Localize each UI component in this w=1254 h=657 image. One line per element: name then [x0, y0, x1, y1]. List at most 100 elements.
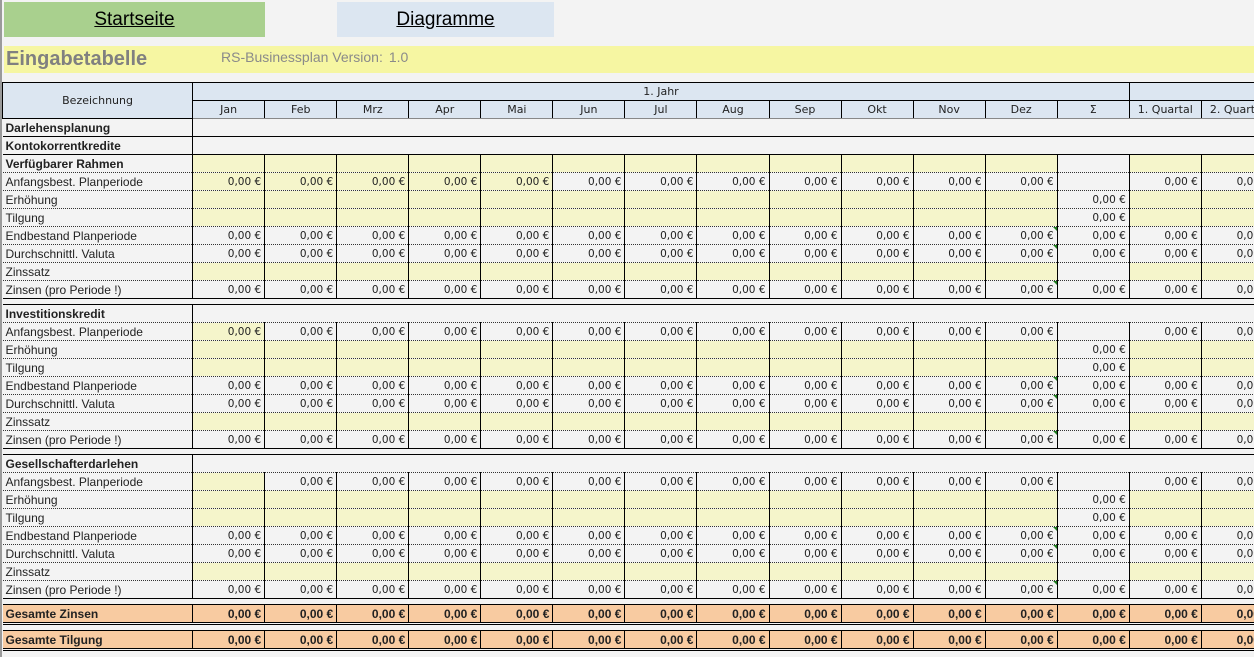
input-cell[interactable] [336, 262, 410, 281]
input-cell[interactable] [264, 190, 338, 209]
input-cell[interactable]: 0,00 € [336, 172, 410, 191]
input-cell[interactable] [1128, 262, 1202, 281]
input-cell[interactable] [840, 154, 914, 173]
input-cell[interactable] [480, 262, 554, 281]
input-cell[interactable] [696, 562, 770, 581]
input-cell[interactable] [912, 412, 986, 431]
input-cell[interactable] [552, 340, 626, 359]
input-cell[interactable] [984, 262, 1058, 281]
input-cell[interactable] [768, 358, 842, 377]
input-cell[interactable] [768, 412, 842, 431]
input-cell[interactable] [840, 412, 914, 431]
input-cell[interactable] [696, 340, 770, 359]
input-cell[interactable] [768, 154, 842, 173]
input-cell[interactable] [552, 262, 626, 281]
input-cell[interactable] [264, 562, 338, 581]
input-cell[interactable] [840, 358, 914, 377]
input-cell[interactable] [1128, 508, 1202, 527]
input-cell[interactable] [1128, 340, 1202, 359]
input-cell[interactable] [192, 358, 266, 377]
input-cell[interactable] [336, 190, 410, 209]
input-cell[interactable] [1128, 190, 1202, 209]
input-cell[interactable]: 0,00 € [264, 172, 338, 191]
input-cell[interactable] [840, 190, 914, 209]
input-cell[interactable] [552, 190, 626, 209]
input-cell[interactable] [336, 508, 410, 527]
input-cell[interactable] [984, 412, 1058, 431]
input-cell[interactable] [336, 154, 410, 173]
input-cell[interactable] [192, 562, 266, 581]
input-cell[interactable] [768, 562, 842, 581]
input-cell[interactable] [696, 358, 770, 377]
input-cell[interactable] [480, 340, 554, 359]
input-cell[interactable] [192, 154, 266, 173]
input-cell[interactable] [480, 562, 554, 581]
input-cell[interactable] [696, 262, 770, 281]
input-cell[interactable] [840, 562, 914, 581]
input-cell[interactable] [1200, 412, 1254, 431]
input-cell[interactable] [624, 154, 698, 173]
input-cell[interactable] [624, 262, 698, 281]
input-cell[interactable] [1128, 208, 1202, 227]
input-cell[interactable] [192, 412, 266, 431]
startseite-button[interactable]: Startseite [4, 2, 265, 37]
input-cell[interactable] [192, 190, 266, 209]
input-cell[interactable] [912, 262, 986, 281]
input-cell[interactable] [912, 208, 986, 227]
input-cell[interactable] [336, 208, 410, 227]
input-cell[interactable] [1200, 208, 1254, 227]
input-cell[interactable] [840, 208, 914, 227]
input-cell[interactable] [408, 262, 482, 281]
input-cell[interactable] [1128, 358, 1202, 377]
diagramme-button[interactable]: Diagramme [337, 2, 554, 37]
input-cell[interactable] [264, 154, 338, 173]
input-cell[interactable] [768, 190, 842, 209]
input-cell[interactable] [840, 508, 914, 527]
input-cell[interactable] [336, 358, 410, 377]
input-cell[interactable]: 0,00 € [192, 322, 266, 341]
input-cell[interactable] [408, 358, 482, 377]
input-cell[interactable] [192, 490, 266, 509]
input-cell[interactable] [264, 208, 338, 227]
input-cell[interactable] [552, 562, 626, 581]
input-cell[interactable] [912, 490, 986, 509]
input-cell[interactable] [408, 562, 482, 581]
input-cell[interactable] [408, 190, 482, 209]
input-cell[interactable] [696, 412, 770, 431]
input-cell[interactable] [768, 262, 842, 281]
input-cell[interactable] [840, 340, 914, 359]
input-cell[interactable] [336, 562, 410, 581]
input-cell[interactable] [1128, 412, 1202, 431]
input-cell[interactable] [768, 340, 842, 359]
input-cell[interactable] [480, 490, 554, 509]
input-cell[interactable] [696, 490, 770, 509]
input-cell[interactable] [912, 340, 986, 359]
input-cell[interactable] [984, 490, 1058, 509]
input-cell[interactable] [984, 340, 1058, 359]
input-cell[interactable] [480, 508, 554, 527]
input-cell[interactable] [984, 208, 1058, 227]
input-cell[interactable] [624, 562, 698, 581]
input-cell[interactable] [1200, 490, 1254, 509]
input-cell[interactable] [264, 262, 338, 281]
input-cell[interactable] [336, 340, 410, 359]
input-cell[interactable] [1200, 340, 1254, 359]
input-cell[interactable] [624, 340, 698, 359]
input-cell[interactable] [552, 412, 626, 431]
input-cell[interactable] [192, 340, 266, 359]
input-cell[interactable] [984, 562, 1058, 581]
input-cell[interactable] [408, 154, 482, 173]
input-cell[interactable] [840, 490, 914, 509]
input-cell[interactable] [1200, 190, 1254, 209]
input-cell[interactable] [192, 208, 266, 227]
input-cell[interactable] [480, 190, 554, 209]
input-cell[interactable] [912, 358, 986, 377]
input-cell[interactable] [264, 508, 338, 527]
input-cell[interactable] [264, 358, 338, 377]
input-cell[interactable] [408, 208, 482, 227]
input-cell[interactable] [480, 154, 554, 173]
input-cell[interactable] [912, 562, 986, 581]
input-cell[interactable] [768, 508, 842, 527]
input-cell[interactable] [480, 358, 554, 377]
input-cell[interactable] [1200, 262, 1254, 281]
